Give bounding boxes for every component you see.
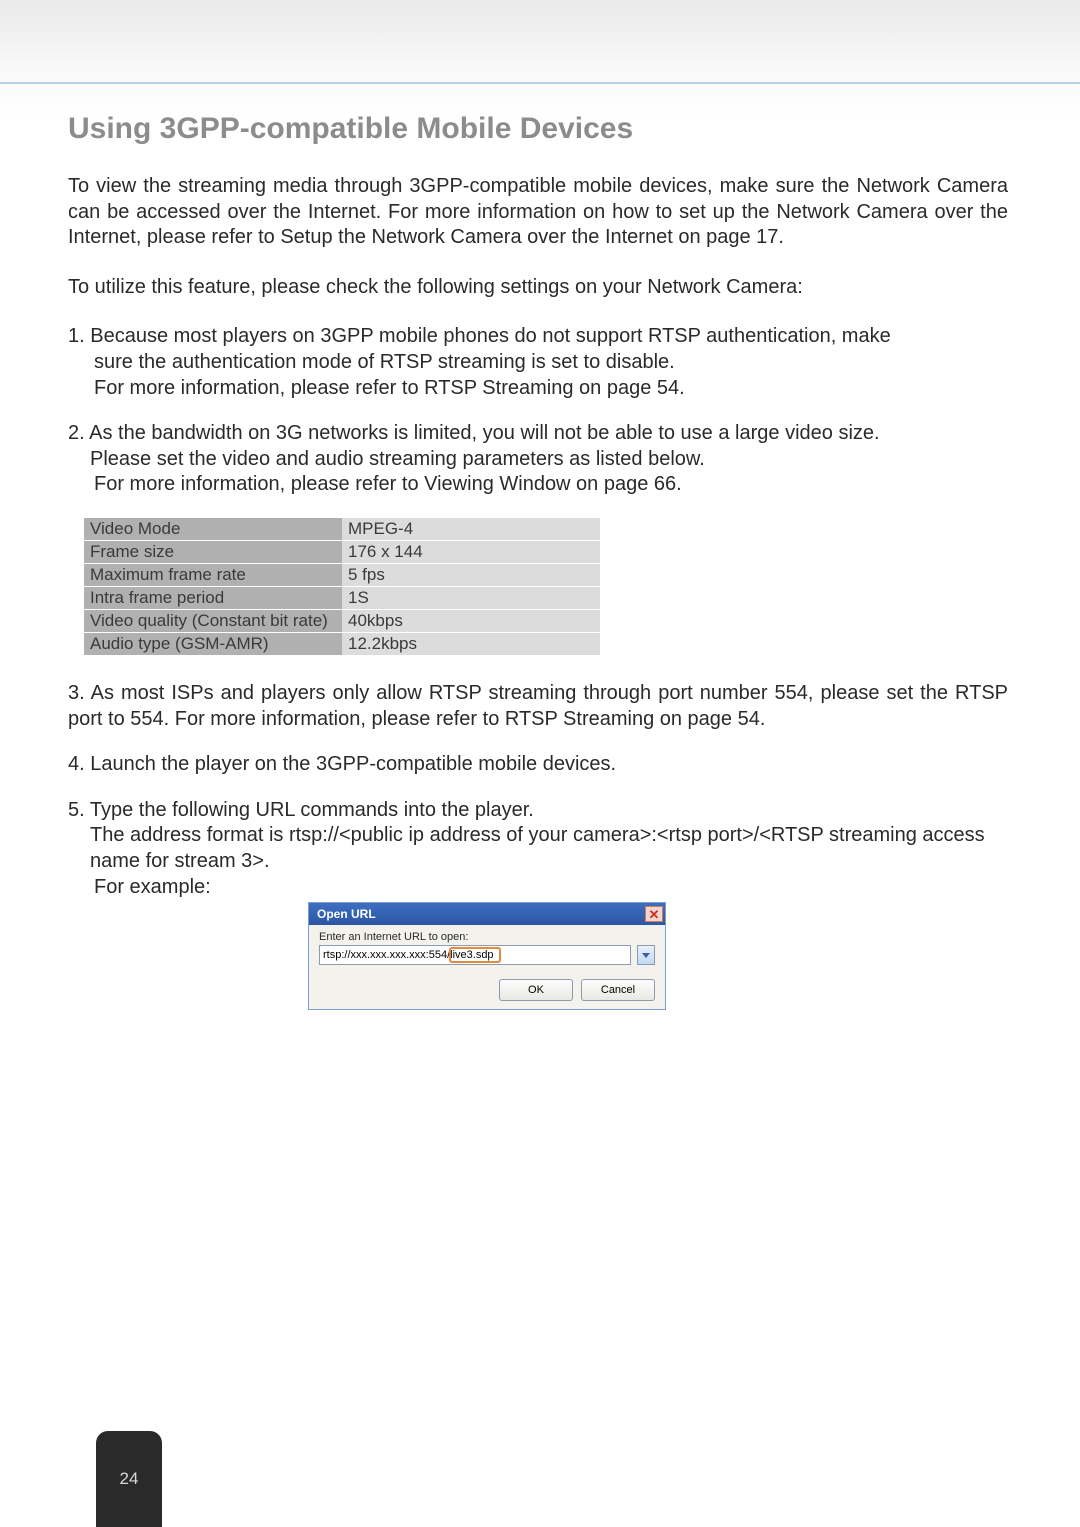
list-item-1: 1. Because most players on 3GPP mobile p… <box>68 324 1008 401</box>
setting-value: 176 x 144 <box>342 540 600 563</box>
setting-value: 40kbps <box>342 609 600 632</box>
table-row: Audio type (GSM-AMR)12.2kbps <box>84 632 600 655</box>
instruction-list: 1. Because most players on 3GPP mobile p… <box>68 324 1008 1010</box>
list-item-3: 3. As most ISPs and players only allow R… <box>68 681 1008 732</box>
list-item-5-line-b: The address format is rtsp://<public ip … <box>68 823 1008 874</box>
document-page: Using 3GPP-compatible Mobile Devices To … <box>0 0 1080 1527</box>
page-number-tab: 24 <box>96 1431 162 1527</box>
table-row: Maximum frame rate5 fps <box>84 563 600 586</box>
intro-paragraph: To view the streaming media through 3GPP… <box>68 174 1008 251</box>
url-input[interactable] <box>319 945 631 965</box>
setting-key: Audio type (GSM-AMR) <box>84 632 342 655</box>
setting-key: Video quality (Constant bit rate) <box>84 609 342 632</box>
dialog-body: Enter an Internet URL to open: <box>309 925 665 973</box>
setting-key: Frame size <box>84 540 342 563</box>
setting-key: Video Mode <box>84 518 342 541</box>
dialog-titlebar: Open URL ✕ <box>309 903 665 925</box>
close-icon: ✕ <box>649 908 660 921</box>
setting-value: 12.2kbps <box>342 632 600 655</box>
page-number: 24 <box>120 1469 139 1489</box>
ok-button[interactable]: OK <box>499 979 573 1001</box>
list-item-4: 4. Launch the player on the 3GPP-compati… <box>68 752 1008 778</box>
list-item-5: 5. Type the following URL commands into … <box>68 798 1008 900</box>
list-item-5-line-c: For example: <box>68 875 1008 901</box>
list-item-2: 2. As the bandwidth on 3G networks is li… <box>68 421 1008 498</box>
list-item-1-line-c: For more information, please refer to RT… <box>68 376 1008 402</box>
close-button[interactable]: ✕ <box>645 906 663 922</box>
dialog-button-row: OK Cancel <box>309 973 665 1009</box>
open-url-dialog: Open URL ✕ Enter an Internet URL to open… <box>308 902 666 1010</box>
list-item-2-line-b: Please set the video and audio streaming… <box>68 447 1008 473</box>
settings-table: Video ModeMPEG-4Frame size176 x 144Maxim… <box>84 518 600 655</box>
dialog-title: Open URL <box>317 907 376 921</box>
setting-key: Maximum frame rate <box>84 563 342 586</box>
url-row <box>319 945 655 965</box>
list-item-1-line-a: 1. Because most players on 3GPP mobile p… <box>68 325 891 347</box>
open-url-dialog-wrap: Open URL ✕ Enter an Internet URL to open… <box>308 902 1008 1010</box>
setting-value: MPEG-4 <box>342 518 600 541</box>
table-row: Intra frame period1S <box>84 586 600 609</box>
setting-value: 1S <box>342 586 600 609</box>
lead-paragraph: To utilize this feature, please check th… <box>68 275 1008 301</box>
table-row: Frame size176 x 144 <box>84 540 600 563</box>
chevron-down-icon <box>642 953 650 958</box>
section-heading: Using 3GPP-compatible Mobile Devices <box>68 112 1008 146</box>
list-item-5-line-a: 5. Type the following URL commands into … <box>68 799 534 821</box>
url-dropdown-button[interactable] <box>637 945 655 965</box>
content-area: Using 3GPP-compatible Mobile Devices To … <box>68 112 1008 1030</box>
table-row: Video quality (Constant bit rate)40kbps <box>84 609 600 632</box>
table-row: Video ModeMPEG-4 <box>84 518 600 541</box>
list-item-2-line-a: 2. As the bandwidth on 3G networks is li… <box>68 422 880 444</box>
list-item-1-line-b: sure the authentication mode of RTSP str… <box>68 350 1008 376</box>
setting-value: 5 fps <box>342 563 600 586</box>
setting-key: Intra frame period <box>84 586 342 609</box>
cancel-button[interactable]: Cancel <box>581 979 655 1001</box>
header-divider <box>0 82 1080 84</box>
list-item-2-line-c: For more information, please refer to Vi… <box>68 472 1008 498</box>
dialog-input-label: Enter an Internet URL to open: <box>319 931 655 943</box>
